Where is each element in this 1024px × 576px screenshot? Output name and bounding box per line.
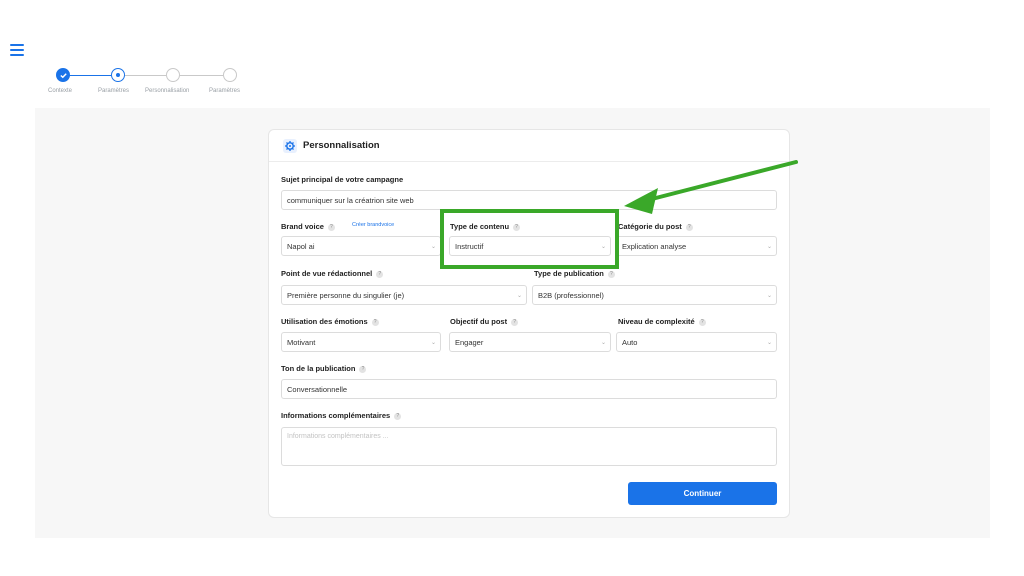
chevron-down-icon: ⌄: [430, 340, 436, 346]
brand-voice-select[interactable]: Napol ai ⌄: [281, 236, 441, 256]
help-icon[interactable]: ?: [607, 270, 615, 278]
post-category-value: Explication analyse: [622, 242, 687, 251]
progress-stepper: Contexte Paramètres Personnalisation Par…: [46, 68, 256, 98]
menu-icon[interactable]: [10, 44, 24, 56]
post-goal-label: Objectif du post?: [450, 317, 519, 326]
brand-voice-label: Brand voice?: [281, 222, 335, 231]
subject-label: Sujet principal de votre campagne: [281, 175, 404, 184]
gear-icon: [283, 139, 297, 153]
post-category-label: Catégorie du post?: [618, 222, 693, 231]
annotation-highlight-box: [440, 209, 619, 269]
step-1-check-icon[interactable]: [56, 68, 70, 82]
tone-input[interactable]: Conversationnelle: [281, 379, 777, 399]
tone-value: Conversationnelle: [287, 385, 348, 394]
create-brandvoice-link[interactable]: Créer brandvoice: [352, 222, 394, 228]
continue-button[interactable]: Continuer: [628, 482, 777, 505]
post-goal-select[interactable]: Engager ⌄: [449, 332, 611, 352]
chevron-down-icon: ⌄: [430, 244, 436, 250]
help-icon[interactable]: ?: [327, 223, 335, 231]
help-icon[interactable]: ?: [394, 412, 402, 420]
brand-voice-value: Napol ai: [287, 242, 315, 251]
extra-info-label: Informations complémentaires?: [281, 411, 402, 420]
chevron-down-icon: ⌄: [766, 293, 772, 299]
help-icon[interactable]: ?: [359, 365, 367, 373]
step-4-indicator[interactable]: [223, 68, 237, 82]
help-icon[interactable]: ?: [511, 318, 519, 326]
point-of-view-select[interactable]: Première personne du singulier (je) ⌄: [281, 285, 527, 305]
help-icon[interactable]: ?: [371, 318, 379, 326]
emotions-label: Utilisation des émotions?: [281, 317, 379, 326]
publication-type-select[interactable]: B2B (professionnel) ⌄: [532, 285, 777, 305]
complexity-label: Niveau de complexité?: [618, 317, 706, 326]
step-1-label: Contexte: [48, 88, 73, 94]
chevron-down-icon: ⌄: [516, 293, 522, 299]
chevron-down-icon: ⌄: [766, 244, 772, 250]
step-connector: [180, 75, 223, 76]
step-3-label: Personnalisation: [145, 88, 190, 94]
step-3-indicator[interactable]: [166, 68, 180, 82]
annotation-arrow-icon: [624, 160, 798, 214]
complexity-select[interactable]: Auto ⌄: [616, 332, 777, 352]
subject-value: communiquer sur la créatrion site web: [287, 196, 414, 205]
step-2-label: Paramètres: [98, 88, 130, 94]
help-icon[interactable]: ?: [376, 270, 384, 278]
step-2-indicator[interactable]: [111, 68, 125, 82]
help-icon[interactable]: ?: [685, 223, 693, 231]
help-icon[interactable]: ?: [698, 318, 706, 326]
extra-info-placeholder: Informations complémentaires ...: [287, 433, 389, 440]
extra-info-textarea[interactable]: Informations complémentaires ...: [281, 427, 777, 466]
step-connector: [125, 75, 166, 76]
point-of-view-value: Première personne du singulier (je): [287, 291, 405, 300]
complexity-value: Auto: [622, 338, 638, 347]
post-category-select[interactable]: Explication analyse ⌄: [616, 236, 777, 256]
publication-type-label: Type de publication?: [534, 269, 615, 278]
chevron-down-icon: ⌄: [766, 340, 772, 346]
publication-type-value: B2B (professionnel): [538, 291, 604, 300]
emotions-select[interactable]: Motivant ⌄: [281, 332, 441, 352]
card-title: Personnalisation: [303, 140, 380, 151]
post-goal-value: Engager: [455, 338, 484, 347]
point-of-view-label: Point de vue rédactionnel?: [281, 269, 384, 278]
chevron-down-icon: ⌄: [600, 340, 606, 346]
emotions-value: Motivant: [287, 338, 316, 347]
tone-label: Ton de la publication?: [281, 364, 367, 373]
step-4-label: Paramètres: [209, 88, 241, 94]
